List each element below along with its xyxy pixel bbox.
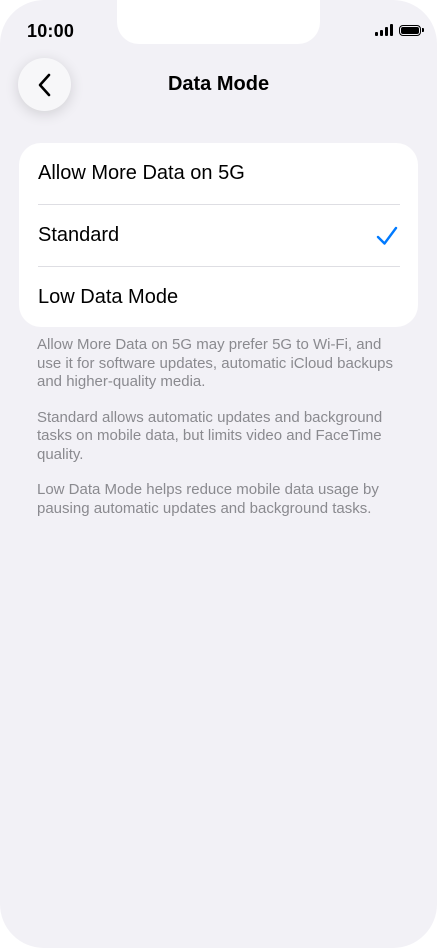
option-standard[interactable]: Standard [19, 205, 418, 267]
page-title: Data Mode [167, 73, 270, 95]
device-notch [117, 0, 320, 44]
option-allow-more-data[interactable]: Allow More Data on 5G [19, 143, 418, 205]
footer-note-low-data-mode: Low Data Mode helps reduce mobile data u… [37, 481, 379, 517]
cellular-signal-icon [375, 24, 393, 36]
footer-notes: Allow More Data on 5G may prefer 5G to W… [37, 336, 409, 535]
option-label: Low Data Mode [38, 286, 179, 308]
checkmark-icon [376, 226, 398, 245]
status-time: 10:00 [27, 21, 75, 41]
phone-screen: 10:00 Data Mode Allow More Data on 5G St… [0, 0, 437, 948]
option-low-data-mode[interactable]: Low Data Mode [19, 267, 418, 327]
option-label: Standard [38, 224, 120, 246]
battery-icon [399, 24, 424, 36]
footer-note-standard: Standard allows automatic updates and ba… [37, 408, 383, 463]
data-mode-options: Allow More Data on 5G Standard Low Data … [19, 143, 418, 327]
status-icons [375, 24, 424, 36]
footer-note-allow-more-data: Allow More Data on 5G may prefer 5G to W… [37, 336, 394, 390]
option-label: Allow More Data on 5G [38, 162, 245, 184]
